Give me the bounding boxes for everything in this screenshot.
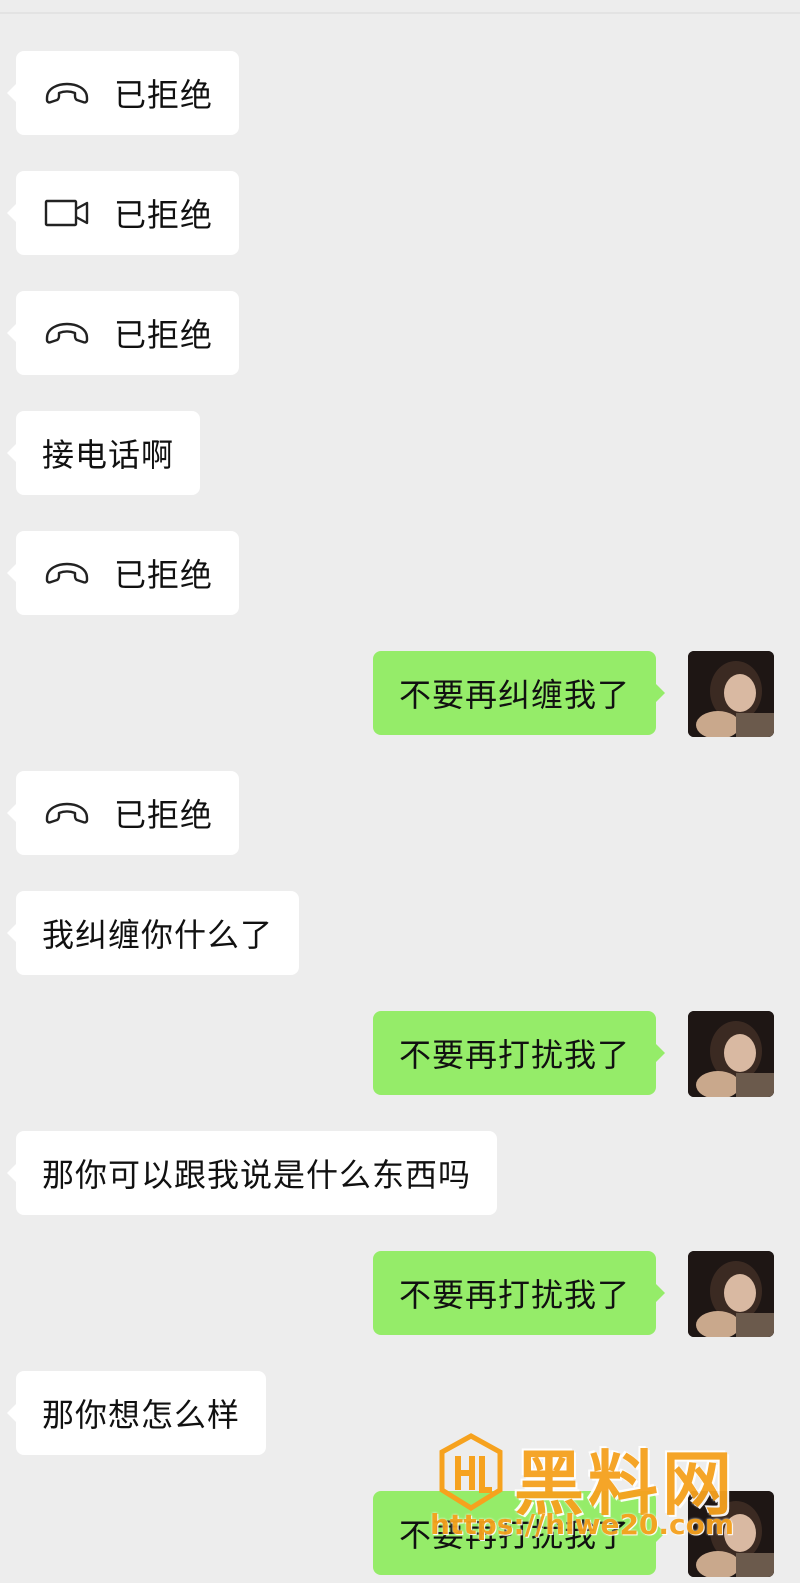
top-divider [0,12,800,14]
message-row: 我纠缠你什么了 [0,891,800,977]
message-row: 已拒绝 [0,291,800,377]
incoming-message-bubble[interactable]: 那你可以跟我说是什么东西吗 [6,1131,498,1215]
message-text: 那你可以跟我说是什么东西吗 [42,1156,472,1194]
message-row: 已拒绝 [0,171,800,257]
incoming-message-bubble[interactable]: 我纠缠你什么了 [6,891,300,975]
phone-hangup-icon [42,558,92,588]
call-record-bubble[interactable]: 已拒绝 [6,171,240,255]
message-row: 不要再打扰我了 [0,1011,800,1097]
outgoing-message-bubble[interactable]: 不要再打扰我了 [372,1011,666,1095]
call-record-bubble[interactable]: 已拒绝 [6,51,240,135]
message-text: 已拒绝 [114,76,214,114]
message-text: 接电话啊 [42,436,175,474]
message-text: 不要再打扰我了 [398,1276,630,1314]
incoming-message-bubble[interactable]: 那你想怎么样 [6,1371,267,1455]
watermark-logo [439,1433,503,1511]
outgoing-message-bubble[interactable]: 不要再打扰我了 [372,1251,666,1335]
message-row: 已拒绝 [0,771,800,857]
message-row: 那你可以跟我说是什么东西吗 [0,1131,800,1217]
message-text: 已拒绝 [114,316,214,354]
incoming-message-bubble[interactable]: 接电话啊 [6,411,201,495]
video-camera-icon [42,198,92,228]
message-text: 已拒绝 [114,796,214,834]
message-row: 已拒绝 [0,51,800,137]
avatar[interactable] [688,1251,774,1337]
message-text: 那你想怎么样 [42,1396,241,1434]
call-record-bubble[interactable]: 已拒绝 [6,531,240,615]
message-row: 已拒绝 [0,531,800,617]
message-row: 不要再纠缠我了 [0,651,800,737]
phone-hangup-icon [42,78,92,108]
message-text: 不要再纠缠我了 [398,676,630,714]
message-row: 接电话啊 [0,411,800,497]
watermark-url: https://hlwe20.com [430,1508,735,1541]
message-text: 已拒绝 [114,196,214,234]
call-record-bubble[interactable]: 已拒绝 [6,771,240,855]
call-record-bubble[interactable]: 已拒绝 [6,291,240,375]
phone-hangup-icon [42,798,92,828]
message-text: 已拒绝 [114,556,214,594]
phone-hangup-icon [42,318,92,348]
avatar[interactable] [688,651,774,737]
message-row: 不要再打扰我了 [0,1251,800,1337]
message-text: 我纠缠你什么了 [42,916,274,954]
message-text: 不要再打扰我了 [398,1036,630,1074]
outgoing-message-bubble[interactable]: 不要再纠缠我了 [372,651,666,735]
avatar[interactable] [688,1011,774,1097]
